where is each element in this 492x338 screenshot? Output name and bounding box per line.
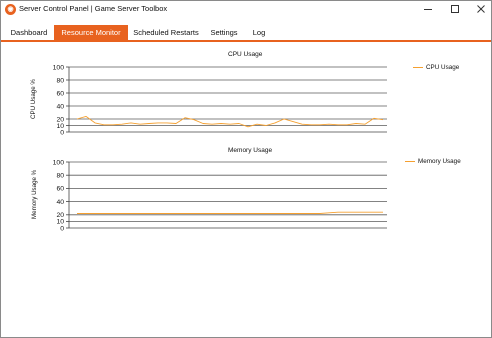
y-tick-label: 60 (56, 186, 64, 193)
minimize-button[interactable] (415, 1, 441, 17)
tab-resource-monitor[interactable]: Resource Monitor (54, 25, 128, 40)
cpu-usage-chart: CPU Usage CPU Usage % CPU Usage 0 10 20 40 6… (1, 47, 491, 137)
tab-scheduled-restarts[interactable]: Scheduled Restarts (131, 25, 201, 40)
y-tick-label: 100 (53, 159, 65, 166)
window-title: Server Control Panel | Game Server Toolb… (19, 4, 168, 13)
y-tick-label: 0 (60, 129, 64, 136)
y-tick-label: 10 (56, 219, 64, 226)
y-tick-label: 40 (56, 103, 64, 110)
memory-usage-chart: Memory Usage Memory Usage % Memory Usage… (1, 143, 491, 233)
memory-plot-area: 01020 40 60 80 100 (53, 159, 387, 232)
app-window: ◉ Server Control Panel | Game Server Too… (0, 0, 492, 338)
series-line (77, 211, 383, 214)
cpu-plot-area: 01020 40 60 80 100 (53, 64, 387, 136)
maximize-button[interactable] (442, 1, 468, 17)
y-tick-label: 80 (56, 77, 64, 84)
maximize-icon (451, 5, 459, 13)
y-tick-label: 20 (56, 116, 64, 123)
y-tick-label: 0 (60, 225, 64, 232)
y-tick-label: 10 (56, 123, 64, 130)
app-logo-icon: ◉ (5, 4, 16, 15)
tab-settings[interactable]: Settings (207, 25, 241, 40)
tab-underline (1, 40, 491, 42)
y-tick-label: 80 (56, 173, 64, 180)
y-tick-label: 60 (56, 90, 64, 97)
close-button[interactable] (468, 1, 492, 17)
tab-log[interactable]: Log (249, 25, 269, 40)
y-tick-label: 20 (56, 212, 64, 219)
close-icon (477, 5, 485, 13)
minimize-icon (424, 9, 432, 10)
title-bar: ◉ Server Control Panel | Game Server Too… (1, 1, 491, 19)
y-tick-label: 40 (56, 199, 64, 206)
tab-strip: Dashboard Resource Monitor Scheduled Res… (1, 25, 491, 41)
y-tick-label: 100 (53, 64, 65, 71)
tab-dashboard[interactable]: Dashboard (6, 25, 52, 40)
